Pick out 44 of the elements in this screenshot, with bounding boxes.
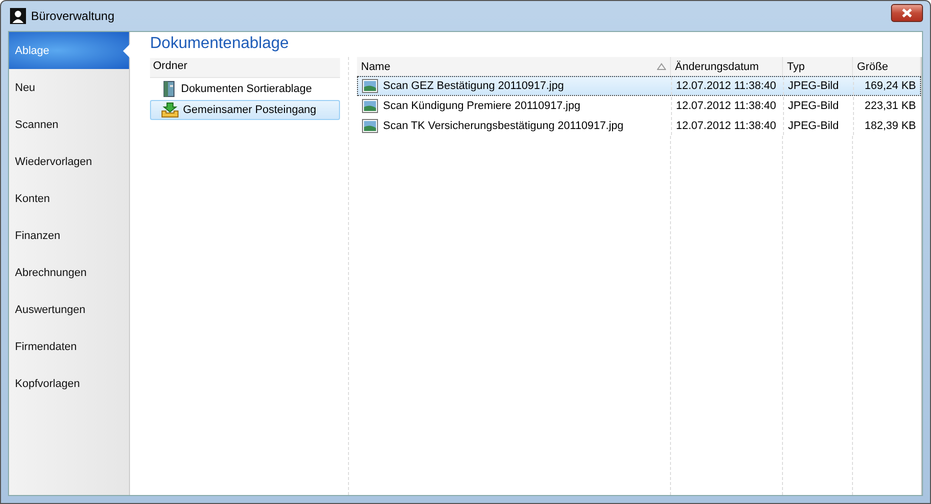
column-header[interactable]: Änderungsdatum <box>671 57 783 76</box>
table-cell: 223,31 KB <box>864 100 916 112</box>
nav-item[interactable]: Finanzen <box>9 217 129 254</box>
cabinet-icon <box>161 81 177 97</box>
file-row[interactable]: Scan Kündigung Premiere 20110917.jpg 12.07.2012 11:38:40 JPEG-Bild 223,31 KB <box>357 96 921 116</box>
image-file-icon <box>362 99 378 113</box>
table-cell: Scan Kündigung Premiere 20110917.jpg <box>383 100 580 112</box>
folder-item[interactable]: Dokumenten Sortierablage <box>150 79 340 99</box>
window-title: Büroverwaltung <box>31 9 114 23</box>
table-cell: 12.07.2012 11:38:40 <box>676 80 776 92</box>
column-header[interactable]: Typ <box>783 57 853 76</box>
column-header[interactable]: Name <box>357 57 671 76</box>
nav-item[interactable]: Neu <box>9 69 129 106</box>
table-cell: 182,39 KB <box>864 120 916 132</box>
nav-item[interactable]: Auswertungen <box>9 291 129 328</box>
table-cell: 12.07.2012 11:38:40 <box>676 100 776 112</box>
table-cell: Scan GEZ Bestätigung 20110917.jpg <box>383 80 564 92</box>
sort-icon <box>657 63 666 70</box>
image-file-icon <box>362 119 378 133</box>
nav-item[interactable]: Kopfvorlagen <box>9 365 129 402</box>
file-row[interactable]: Scan GEZ Bestätigung 20110917.jpg 12.07.2012 11:38:40 JPEG-Bild 169,24 KB <box>357 76 921 96</box>
folder-label: Dokumenten Sortierablage <box>181 83 312 95</box>
user-icon <box>10 8 26 24</box>
folder-label: Gemeinsamer Posteingang <box>183 104 316 116</box>
nav-item[interactable]: Firmendaten <box>9 328 129 365</box>
nav-item[interactable]: Abrechnungen <box>9 254 129 291</box>
table-cell: JPEG-Bild <box>788 100 839 112</box>
file-row[interactable]: Scan TK Versicherungsbestätigung 20110917.jpg 12.07.2012 11:38:40 JPEG-Bild 182,39 KB <box>357 116 921 136</box>
table-cell: JPEG-Bild <box>788 80 839 92</box>
table-cell: 12.07.2012 11:38:40 <box>676 120 776 132</box>
close-icon <box>900 8 914 18</box>
nav-item[interactable]: Konten <box>9 180 129 217</box>
page-heading: Dokumentenablage <box>150 34 290 54</box>
image-file-icon <box>362 79 378 93</box>
folder-item[interactable]: Gemeinsamer Posteingang <box>150 100 340 120</box>
column-header[interactable]: Ordner <box>150 58 340 78</box>
column-header[interactable]: Größe <box>853 57 921 76</box>
table-cell: Scan TK Versicherungsbestätigung 20110917.jpg <box>383 120 624 132</box>
nav-item[interactable]: Wiedervorlagen <box>9 143 129 180</box>
table-cell: JPEG-Bild <box>788 120 839 132</box>
inbox-icon <box>161 102 179 118</box>
close-button[interactable] <box>891 4 923 22</box>
nav-item[interactable]: Scannen <box>9 106 129 143</box>
table-cell: 169,24 KB <box>864 80 916 92</box>
